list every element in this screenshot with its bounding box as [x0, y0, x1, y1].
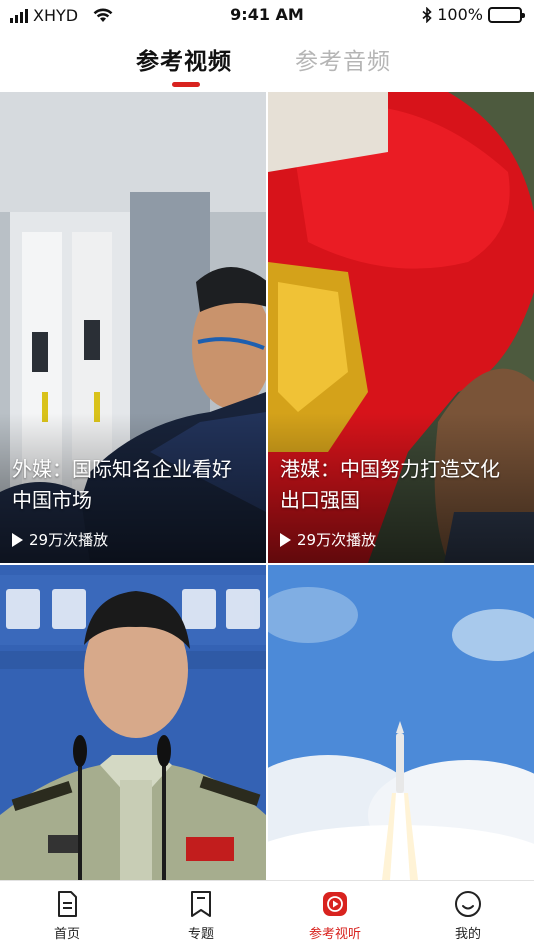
video-thumbnail-image — [268, 565, 534, 880]
play-icon — [12, 532, 23, 547]
play-circle-icon — [323, 892, 347, 916]
tab-reference-audio[interactable]: 参考音频 — [295, 42, 391, 76]
tab-topics[interactable]: 专题 — [161, 889, 241, 942]
document-icon — [58, 891, 77, 917]
play-count-label: 29万次播放 — [29, 531, 109, 549]
play-count: 29万次播放 — [12, 529, 108, 550]
tab-topics-label: 专题 — [187, 927, 214, 942]
tab-mine-label: 我的 — [454, 927, 481, 942]
tab-reference-av-label: 参考视听 — [308, 927, 361, 942]
status-bar: XHYD 9:41 AM 100% — [0, 0, 534, 32]
play-count-label: 29万次播放 — [297, 531, 377, 549]
video-thumbnail-image — [0, 565, 266, 880]
video-card[interactable]: 外媒：国际知名企业看好中国市场 29万次播放 — [0, 92, 266, 563]
video-card[interactable] — [0, 565, 266, 880]
play-count: 29万次播放 — [280, 529, 376, 550]
tab-reference-video[interactable]: 参考视频 — [136, 42, 232, 76]
video-grid: 外媒：国际知名企业看好中国市场 29万次播放 港媒：中国努力打造文化出口强国 2… — [0, 92, 534, 880]
video-card[interactable]: 港媒：中国努力打造文化出口强国 29万次播放 — [268, 92, 534, 563]
bluetooth-icon — [422, 6, 432, 23]
bottom-tab-bar: 首页 专题 参考视听 我的 — [0, 880, 534, 950]
status-right: 100% — [422, 5, 525, 24]
active-tab-indicator — [172, 82, 200, 87]
top-tab-bar: 参考视频 参考音频 — [0, 32, 534, 90]
battery-icon — [488, 6, 525, 23]
battery-percent: 100% — [437, 5, 483, 24]
tab-home[interactable]: 首页 — [27, 889, 107, 942]
video-title: 港媒：中国努力打造文化出口强国 — [280, 457, 500, 512]
tab-mine[interactable]: 我的 — [428, 889, 508, 942]
play-icon — [280, 532, 291, 547]
tab-home-label: 首页 — [53, 927, 80, 942]
bookmark-icon — [191, 891, 211, 917]
smile-icon — [455, 891, 481, 917]
video-card[interactable] — [268, 565, 534, 880]
video-title: 外媒：国际知名企业看好中国市场 — [12, 457, 232, 512]
tab-reference-av[interactable]: 参考视听 — [295, 889, 375, 942]
